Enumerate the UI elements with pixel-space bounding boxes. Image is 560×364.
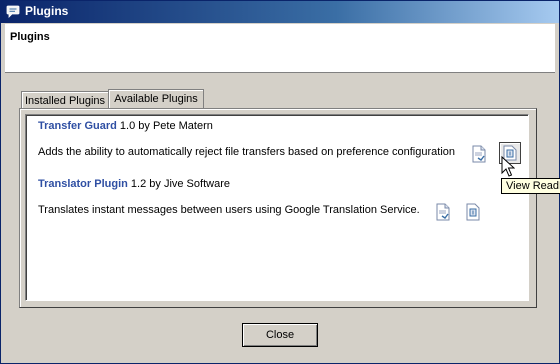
plugin-meta: 1.0 by Pete Matern (119, 120, 213, 132)
changelog-document-icon[interactable] (470, 145, 488, 163)
tab-panel: Transfer Guard 1.0 by Pete Matern Adds t… (19, 108, 537, 308)
header-banner: Plugins (5, 24, 555, 73)
changelog-document-icon[interactable] (434, 203, 452, 221)
window-title: Plugins (25, 4, 69, 18)
plugin-list[interactable]: Transfer Guard 1.0 by Pete Matern Adds t… (25, 114, 529, 301)
view-readme-tooltip: View ReadM (501, 178, 560, 194)
mouse-pointer-icon (501, 156, 515, 177)
plugin-header: Transfer Guard 1.0 by Pete Matern (38, 120, 213, 132)
plugin-header: Translator Plugin 1.2 by Jive Software (38, 178, 230, 190)
plugin-name[interactable]: Translator Plugin (38, 178, 128, 190)
plugin-description: Translates instant messages between user… (38, 204, 420, 216)
page-title: Plugins (10, 31, 50, 43)
close-button[interactable]: Close (242, 323, 318, 347)
chat-bubble-icon (6, 5, 20, 18)
readme-document-icon[interactable] (464, 203, 482, 221)
title-bar[interactable]: Plugins (1, 1, 559, 23)
plugin-meta: 1.2 by Jive Software (130, 178, 230, 190)
plugins-window: Plugins Plugins Installed Plugins Availa… (0, 0, 560, 364)
plugin-description: Adds the ability to automatically reject… (38, 146, 456, 158)
tab-available-plugins[interactable]: Available Plugins (108, 89, 204, 110)
plugin-name[interactable]: Transfer Guard (38, 120, 117, 132)
